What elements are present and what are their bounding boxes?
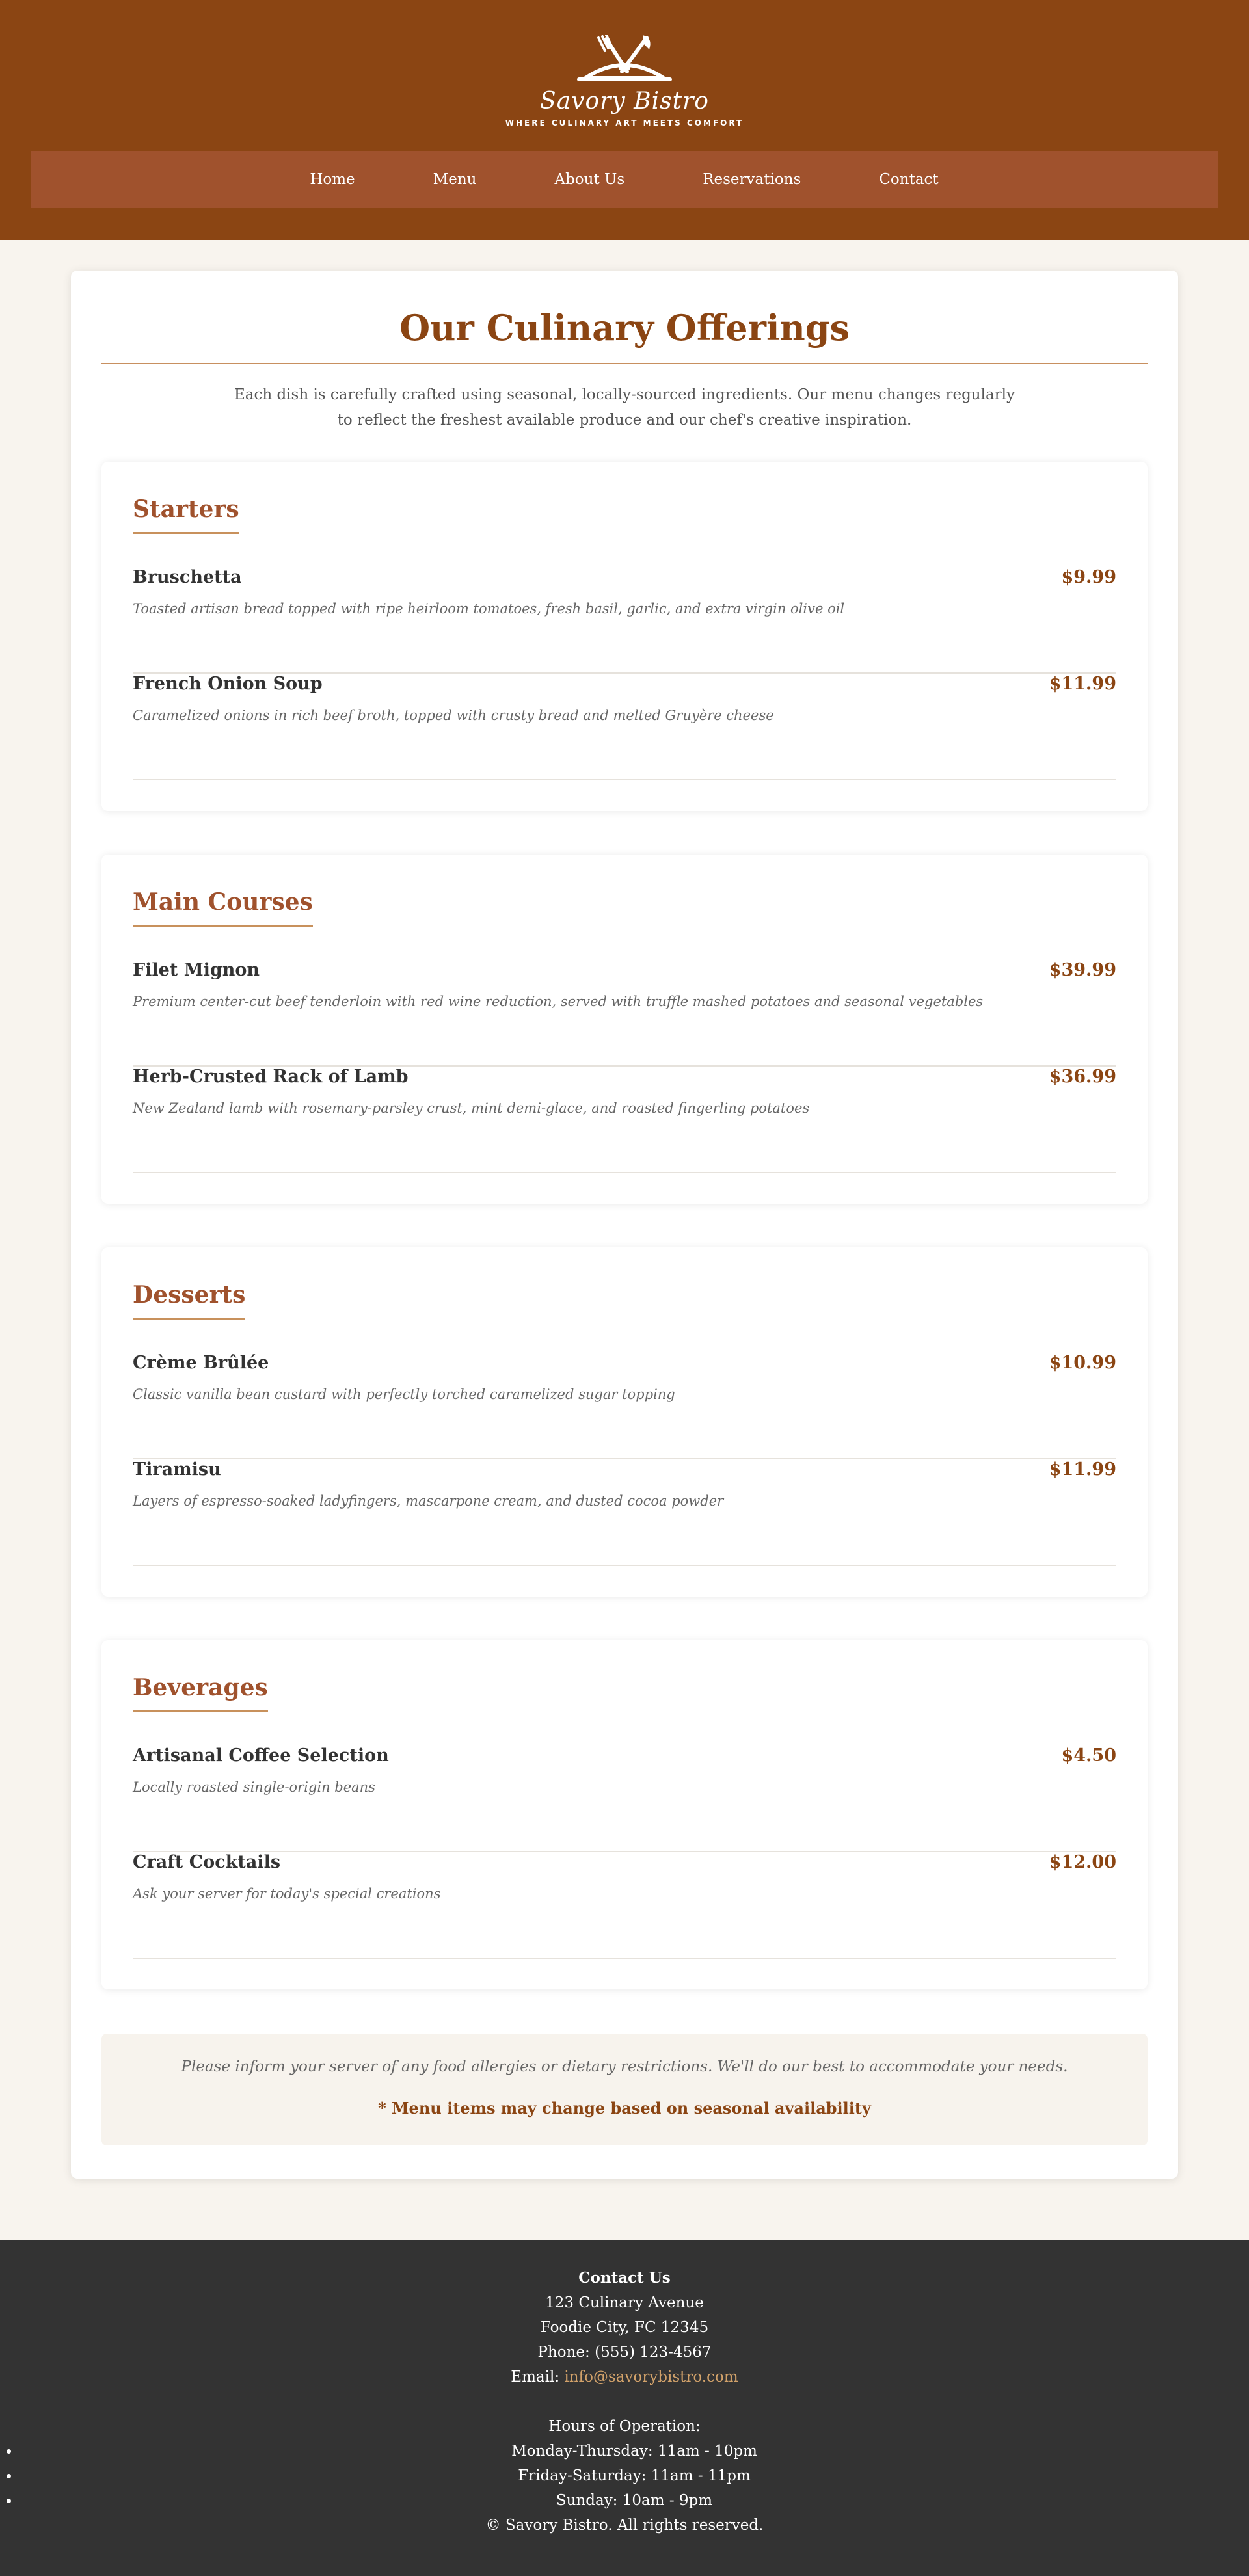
site-footer: Contact Us 123 Culinary Avenue Foodie Ci… bbox=[0, 2240, 1249, 2576]
menu-item-name: Filet Mignon bbox=[133, 960, 260, 980]
menu-item-price: $11.99 bbox=[1049, 674, 1116, 694]
section-desserts: Desserts Crème Brûlée $10.99 Classic van… bbox=[101, 1247, 1148, 1597]
menu-item-description: Classic vanilla bean custard with perfec… bbox=[133, 1387, 675, 1402]
hours-item: Monday-Thursday: 11am - 10pm bbox=[20, 2439, 1249, 2463]
footer-hours-heading: Hours of Operation: bbox=[548, 2418, 701, 2435]
menu-item: Bruschetta $9.99 Toasted artisan bread t… bbox=[133, 567, 1116, 674]
main-nav: Home Menu About Us Reservations Contact bbox=[31, 151, 1218, 208]
nav-reservations[interactable]: Reservations bbox=[703, 171, 801, 188]
seasonal-disclaimer: * Menu items may change based on seasona… bbox=[378, 2099, 871, 2118]
menu-item-name: Bruschetta bbox=[133, 567, 242, 587]
footer-heading: Contact Us bbox=[578, 2269, 671, 2287]
menu-item-price: $36.99 bbox=[1049, 1067, 1116, 1087]
footer-email-label: Email: bbox=[511, 2369, 565, 2385]
menu-item-description: Locally roasted single-origin beans bbox=[133, 1779, 375, 1795]
brand-logo[interactable]: Savory Bistro WHERE CULINARY ART MEETS C… bbox=[494, 35, 755, 127]
menu-item: Crème Brûlée $10.99 Classic vanilla bean… bbox=[133, 1353, 1116, 1459]
menu-item: Tiramisu $11.99 Layers of espresso-soake… bbox=[133, 1459, 1116, 1566]
menu-item-price: $9.99 bbox=[1061, 567, 1116, 587]
footer-copyright: © Savory Bistro. All rights reserved. bbox=[485, 2517, 764, 2534]
footer-phone: Phone: (555) 123-4567 bbox=[537, 2344, 712, 2361]
menu-item-name: Artisanal Coffee Selection bbox=[133, 1746, 389, 1766]
menu-item-name: French Onion Soup bbox=[133, 674, 323, 694]
title-divider bbox=[101, 363, 1148, 364]
menu-item-description: Premium center-cut beef tenderloin with … bbox=[133, 994, 984, 1009]
section-title: Starters bbox=[133, 496, 239, 534]
hours-item: Friday-Saturday: 11am - 11pm bbox=[20, 2463, 1249, 2488]
nav-about-us[interactable]: About Us bbox=[554, 171, 624, 188]
menu-item: Artisanal Coffee Selection $4.50 Locally… bbox=[133, 1746, 1116, 1852]
hours-item: Sunday: 10am - 9pm bbox=[20, 2488, 1249, 2513]
site-header: Savory Bistro WHERE CULINARY ART MEETS C… bbox=[0, 0, 1249, 240]
menu-item-description: Ask your server for today's special crea… bbox=[133, 1886, 441, 1902]
menu-item: French Onion Soup $11.99 Caramelized oni… bbox=[133, 674, 1116, 780]
allergy-notice: Please inform your server of any food al… bbox=[101, 2034, 1148, 2145]
menu-intro: Each dish is carefully crafted using sea… bbox=[234, 386, 1015, 429]
menu-item-price: $11.99 bbox=[1049, 1459, 1116, 1480]
menu-item-name: Crème Brûlée bbox=[133, 1353, 269, 1373]
footer-address-line1: 123 Culinary Avenue bbox=[545, 2294, 704, 2311]
page-title: Our Culinary Offerings bbox=[399, 307, 850, 349]
section-title: Main Courses bbox=[133, 888, 313, 927]
menu-item-name: Craft Cocktails bbox=[133, 1852, 281, 1872]
section-title: Desserts bbox=[133, 1281, 246, 1320]
menu-item-price: $4.50 bbox=[1061, 1746, 1116, 1766]
menu-item-description: New Zealand lamb with rosemary-parsley c… bbox=[133, 1100, 810, 1116]
nav-contact[interactable]: Contact bbox=[879, 171, 938, 188]
menu-item: Herb-Crusted Rack of Lamb $36.99 New Zea… bbox=[133, 1067, 1116, 1173]
menu-item-name: Herb-Crusted Rack of Lamb bbox=[133, 1067, 409, 1087]
menu-item-description: Layers of espresso-soaked ladyfingers, m… bbox=[133, 1493, 724, 1509]
brand-tagline: WHERE CULINARY ART MEETS COMFORT bbox=[505, 118, 744, 127]
nav-menu[interactable]: Menu bbox=[433, 171, 477, 188]
menu-item-name: Tiramisu bbox=[133, 1459, 221, 1480]
section-starters: Starters Bruschetta $9.99 Toasted artisa… bbox=[101, 462, 1148, 811]
footer-address-line2: Foodie City, FC 12345 bbox=[540, 2319, 709, 2336]
crossed-fork-knife-cloche-icon bbox=[577, 35, 672, 81]
section-beverages: Beverages Artisanal Coffee Selection $4.… bbox=[101, 1640, 1148, 1989]
allergy-notice-text: Please inform your server of any food al… bbox=[181, 2058, 1068, 2075]
menu-item: Filet Mignon $39.99 Premium center-cut b… bbox=[133, 960, 1116, 1067]
menu-item-description: Caramelized onions in rich beef broth, t… bbox=[133, 708, 774, 723]
nav-home[interactable]: Home bbox=[310, 171, 355, 188]
menu-card: Our Culinary Offerings Each dish is care… bbox=[71, 271, 1178, 2179]
menu-item-price: $10.99 bbox=[1049, 1353, 1116, 1373]
footer-email-row: Email: info@savorybistro.com bbox=[0, 2365, 1249, 2389]
menu-item-price: $12.00 bbox=[1049, 1852, 1116, 1872]
brand-name: Savory Bistro bbox=[540, 88, 709, 114]
section-title: Beverages bbox=[133, 1674, 268, 1712]
menu-item-price: $39.99 bbox=[1049, 960, 1116, 980]
footer-email-link[interactable]: info@savorybistro.com bbox=[564, 2369, 738, 2385]
footer-spacer bbox=[0, 2389, 1249, 2414]
menu-item: Craft Cocktails $12.00 Ask your server f… bbox=[133, 1852, 1116, 1959]
hours-list: Monday-Thursday: 11am - 10pm Friday-Satu… bbox=[0, 2439, 1249, 2513]
section-main-courses: Main Courses Filet Mignon $39.99 Premium… bbox=[101, 855, 1148, 1204]
menu-item-description: Toasted artisan bread topped with ripe h… bbox=[133, 601, 845, 617]
